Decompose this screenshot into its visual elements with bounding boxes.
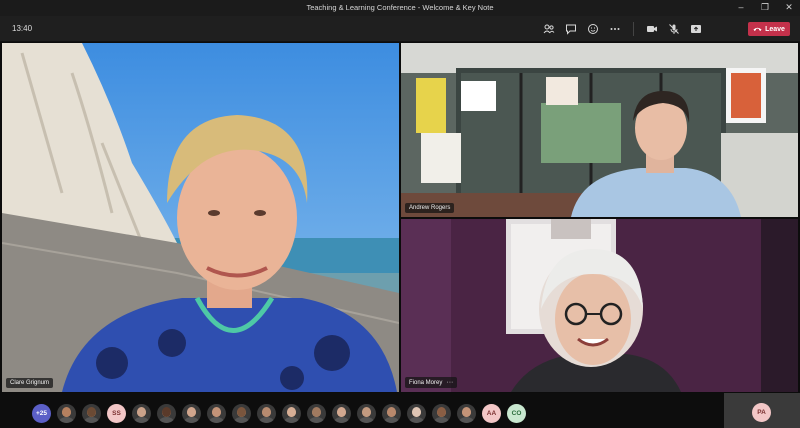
avatar-face [412,407,421,417]
avatar-face [237,407,246,417]
participant-name: Fiona Morey [409,379,443,386]
avatar-face [287,407,296,417]
participant-avatar-photo[interactable] [332,404,351,423]
window-title: Teaching & Learning Conference - Welcome… [306,3,494,12]
avatar-face [87,407,96,417]
people-icon [543,24,555,34]
mute-button[interactable] [666,21,682,37]
chat-button[interactable] [563,21,579,37]
avatar-face [387,407,396,417]
share-button[interactable] [688,21,704,37]
video-feed [401,219,798,392]
window-controls: – ❐ ✕ [736,2,794,13]
video-feed [2,43,399,392]
participant-name-tag: Andrew Rogers [405,203,455,213]
camera-button[interactable] [644,21,660,37]
participant-avatars: +25 SS AA CO [32,404,526,423]
participant-avatar-photo[interactable] [182,404,201,423]
participant-avatar-initials[interactable]: SS [107,404,126,423]
toolbar-controls [541,21,704,37]
participant-avatar-photo[interactable] [457,404,476,423]
title-bar: Teaching & Learning Conference - Welcome… [0,0,800,16]
minimize-icon[interactable]: – [736,2,746,13]
participant-avatar-photo[interactable] [307,404,326,423]
avatar-face [337,407,346,417]
more-options-button[interactable] [607,21,623,37]
chat-icon [566,24,576,35]
participant-avatar-photo[interactable] [232,404,251,423]
participant-avatar-initials[interactable]: AA [482,404,501,423]
avatar-face [312,407,321,417]
participant-avatar-photo[interactable] [357,404,376,423]
close-icon[interactable]: ✕ [784,2,794,13]
mic-off-icon [669,24,679,34]
video-tile-main[interactable]: Clare Grignum [2,43,399,392]
meeting-timer: 13:40 [12,24,33,33]
video-feed [401,43,798,217]
participant-avatar-initials[interactable]: CO [507,404,526,423]
avatar-face [62,407,71,417]
toolbar-divider [633,22,634,36]
avatar-face [262,407,271,417]
participant-avatar-photo[interactable] [432,404,451,423]
video-tile-top-right[interactable]: Andrew Rogers [401,43,798,217]
participant-avatar-photo[interactable] [82,404,101,423]
participant-avatar-photo[interactable] [282,404,301,423]
self-preview-tile[interactable]: PA [724,393,800,428]
participant-name-tag: Fiona Morey ··· [405,377,458,388]
video-tile-bottom-right[interactable]: Fiona Morey ··· [401,219,798,392]
participant-avatar-photo[interactable] [257,404,276,423]
participant-avatar-photo[interactable] [407,404,426,423]
avatar-face [162,407,171,417]
participant-avatar-photo[interactable] [382,404,401,423]
avatar-face [437,407,446,417]
more-options-icon[interactable]: ··· [446,379,453,386]
avatar-face [362,407,371,417]
participant-avatar-photo[interactable] [157,404,176,423]
participant-avatar-photo[interactable] [207,404,226,423]
people-button[interactable] [541,21,557,37]
participant-name: Clare Grignum [10,380,50,386]
leave-button[interactable]: Leave [748,22,790,36]
participant-name-tag: Clare Grignum [6,378,54,388]
meeting-toolbar: 13:40 Leave [0,16,800,42]
participant-name: Andrew Rogers [409,205,451,211]
avatar-face [462,407,471,417]
participant-avatar-photo[interactable] [132,404,151,423]
maximize-icon[interactable]: ❐ [760,2,770,13]
participant-avatar-photo[interactable] [57,404,76,423]
avatar-face [187,407,196,417]
share-icon [691,25,701,33]
phone-hangup-icon [753,27,762,31]
leave-label: Leave [765,25,785,33]
participant-strip: +25 SS AA CO [0,393,800,428]
avatar-face [212,407,221,417]
camera-icon [647,26,657,32]
more-icon [610,28,620,30]
self-avatar: PA [752,403,771,422]
avatar-face [137,407,146,417]
reactions-button[interactable] [585,21,601,37]
overflow-count-badge[interactable]: +25 [32,404,51,423]
reactions-icon [588,24,598,34]
